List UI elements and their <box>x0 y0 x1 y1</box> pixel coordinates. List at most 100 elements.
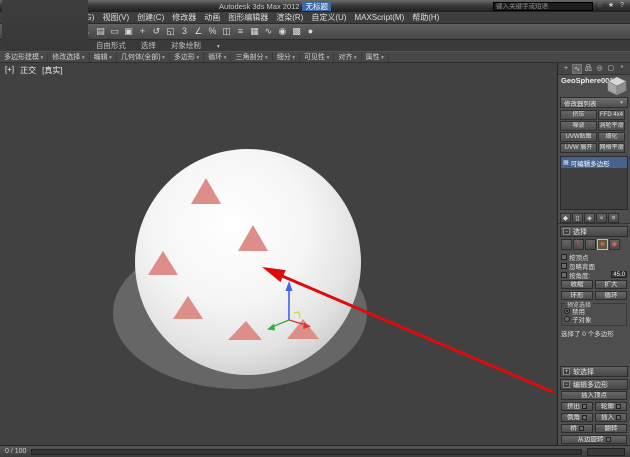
remove-modifier-icon[interactable]: × <box>596 213 607 223</box>
viewport-shading-label[interactable]: [真实] <box>42 65 62 76</box>
modifier-stack[interactable]: ▦ 可编辑多边形 <box>560 156 628 210</box>
by-vertex-checkbox[interactable] <box>561 254 567 260</box>
menu-item[interactable]: 图形编辑器 <box>224 12 272 24</box>
window-crossing-icon[interactable]: ▣ <box>122 25 135 38</box>
motion-tab-icon[interactable]: ◎ <box>595 64 605 74</box>
ribbon-minimize-icon[interactable] <box>209 40 223 51</box>
ribbon-panel-button[interactable]: 对齐 <box>334 52 361 63</box>
viewport-menu-icon[interactable]: [+] <box>5 65 14 76</box>
ribbon-panel-button[interactable]: 循环 <box>204 52 231 63</box>
rollout-edit-polygons[interactable]: − 编辑多边形 <box>560 379 628 390</box>
ribbon-panel-button[interactable]: 修改选择 <box>48 52 89 63</box>
element-icon[interactable]: ◆ <box>609 239 620 250</box>
snap-toggle-icon[interactable]: 3 <box>178 25 191 38</box>
stack-item-editable-poly[interactable]: ▦ 可编辑多边形 <box>561 157 627 168</box>
menu-item[interactable]: 创建(C) <box>133 12 168 24</box>
rollout-soft-selection[interactable]: + 软选择 <box>560 366 628 377</box>
bridge-button[interactable]: 桥 <box>561 424 593 433</box>
outline-button[interactable]: 轮廓 <box>595 402 627 411</box>
pin-stack-icon[interactable]: ◆ <box>560 213 571 223</box>
preview-subobject-radio[interactable] <box>564 316 570 322</box>
show-end-result-icon[interactable]: ▯ <box>572 213 583 223</box>
align-icon[interactable]: ≡ <box>234 25 247 38</box>
ribbon-panel-button[interactable]: 编辑 <box>90 52 117 63</box>
modifier-list-dropdown[interactable]: 修改器列表 <box>560 97 628 108</box>
modifier-button[interactable]: 噪波 <box>560 121 597 131</box>
ribbon-panel-button[interactable]: 属性 <box>362 52 389 63</box>
viewport-view-label[interactable]: 正交 <box>20 65 36 76</box>
modifier-button[interactable]: 涡轮平滑 <box>598 121 625 131</box>
modifier-button[interactable]: 细化 <box>598 132 625 142</box>
hierarchy-tab-icon[interactable]: 品 <box>583 64 593 74</box>
bridge-settings-icon[interactable] <box>579 426 584 431</box>
search-input[interactable]: 键入关键字或短语 <box>493 2 593 11</box>
modifier-button[interactable]: UVW 展开 <box>560 143 597 153</box>
configure-sets-icon[interactable]: ≡ <box>608 213 619 223</box>
edge-icon[interactable]: ╲ <box>573 239 584 250</box>
track-bar[interactable] <box>31 449 582 455</box>
create-tab-icon[interactable]: + <box>561 64 571 74</box>
utilities-tab-icon[interactable]: * <box>617 64 627 74</box>
angle-snap-icon[interactable]: ∠ <box>192 25 205 38</box>
outline-settings-icon[interactable] <box>616 404 621 409</box>
menu-item[interactable]: 渲染(R) <box>272 12 307 24</box>
polygon-icon[interactable]: ■ <box>597 239 608 250</box>
menu-item[interactable]: 自定义(U) <box>307 12 350 24</box>
select-by-name-icon[interactable]: ▤ <box>94 25 107 38</box>
layer-manager-icon[interactable]: ▦ <box>248 25 261 38</box>
star-icon[interactable]: ★ <box>606 1 616 11</box>
bevel-settings-icon[interactable] <box>582 415 587 420</box>
menu-item[interactable]: MAXScript(M) <box>350 12 408 24</box>
render-setup-icon[interactable]: ▩ <box>290 25 303 38</box>
display-tab-icon[interactable]: ▢ <box>606 64 616 74</box>
ribbon-tab[interactable]: 选择 <box>134 40 163 51</box>
hinge-settings-icon[interactable] <box>606 437 611 442</box>
rect-region-icon[interactable]: ▭ <box>108 25 121 38</box>
menu-item[interactable]: 视图(V) <box>98 12 133 24</box>
render-icon[interactable]: ● <box>304 25 317 38</box>
by-angle-checkbox[interactable] <box>561 272 567 278</box>
bevel-button[interactable]: 倒角 <box>561 413 593 422</box>
ring-button[interactable]: 环形 <box>561 291 593 300</box>
flip-button[interactable]: 翻转 <box>595 424 627 433</box>
ignore-backfacing-checkbox[interactable] <box>561 263 567 269</box>
modifier-button[interactable]: 网格平滑 <box>598 143 625 153</box>
viewport[interactable]: [+] 正交 [真实] <box>0 63 558 445</box>
help-icon[interactable]: ? <box>617 1 627 11</box>
border-icon[interactable]: ○ <box>585 239 596 250</box>
material-editor-icon[interactable]: ◉ <box>276 25 289 38</box>
mirror-icon[interactable]: ◫ <box>220 25 233 38</box>
menu-item[interactable]: 动画 <box>200 12 224 24</box>
ribbon-tab[interactable]: 自由形式 <box>89 40 133 51</box>
extrude-button[interactable]: 挤出 <box>561 402 593 411</box>
menu-item[interactable]: 修改器 <box>168 12 200 24</box>
ribbon-tab[interactable]: 对象绘制 <box>164 40 208 51</box>
ribbon-panel-button[interactable]: 几何体(全部) <box>117 52 170 63</box>
percent-snap-icon[interactable]: % <box>206 25 219 38</box>
modifier-button[interactable]: FFD 4x4 <box>598 110 625 120</box>
inset-button[interactable]: 插入 <box>595 413 627 422</box>
hinge-from-edge-button[interactable]: 从边旋转 <box>561 435 627 444</box>
preview-disable-radio[interactable] <box>564 308 570 314</box>
menu-item[interactable]: 帮助(H) <box>408 12 443 24</box>
tab-graphite-modeling-tools[interactable]: Graphite 建模工具 <box>2 0 88 51</box>
inset-settings-icon[interactable] <box>616 415 621 420</box>
ribbon-panel-button[interactable]: 多边形建模 <box>0 52 48 63</box>
ribbon-panel-button[interactable]: 三角剖分 <box>231 52 272 63</box>
grow-button[interactable]: 扩大 <box>595 280 627 289</box>
curve-editor-icon[interactable]: ∿ <box>262 25 275 38</box>
modify-tab-icon[interactable]: ∿ <box>572 64 582 74</box>
rotate-icon[interactable]: ↺ <box>150 25 163 38</box>
modifier-button[interactable]: UVW贴图 <box>560 132 597 142</box>
move-icon[interactable]: + <box>136 25 149 38</box>
modifier-button[interactable]: 挤压 <box>560 110 597 120</box>
insert-vertex-button[interactable]: 插入顶点 <box>561 391 627 400</box>
ribbon-panel-button[interactable]: 多边形 <box>170 52 204 63</box>
ribbon-panel-button[interactable]: 可见性 <box>300 52 334 63</box>
angle-value-field[interactable]: 45.0 <box>611 271 627 278</box>
vertex-icon[interactable]: ∴ <box>561 239 572 250</box>
loop-button[interactable]: 循环 <box>595 291 627 300</box>
scale-icon[interactable]: ◱ <box>164 25 177 38</box>
make-unique-icon[interactable]: ◈ <box>584 213 595 223</box>
extrude-settings-icon[interactable] <box>582 404 587 409</box>
